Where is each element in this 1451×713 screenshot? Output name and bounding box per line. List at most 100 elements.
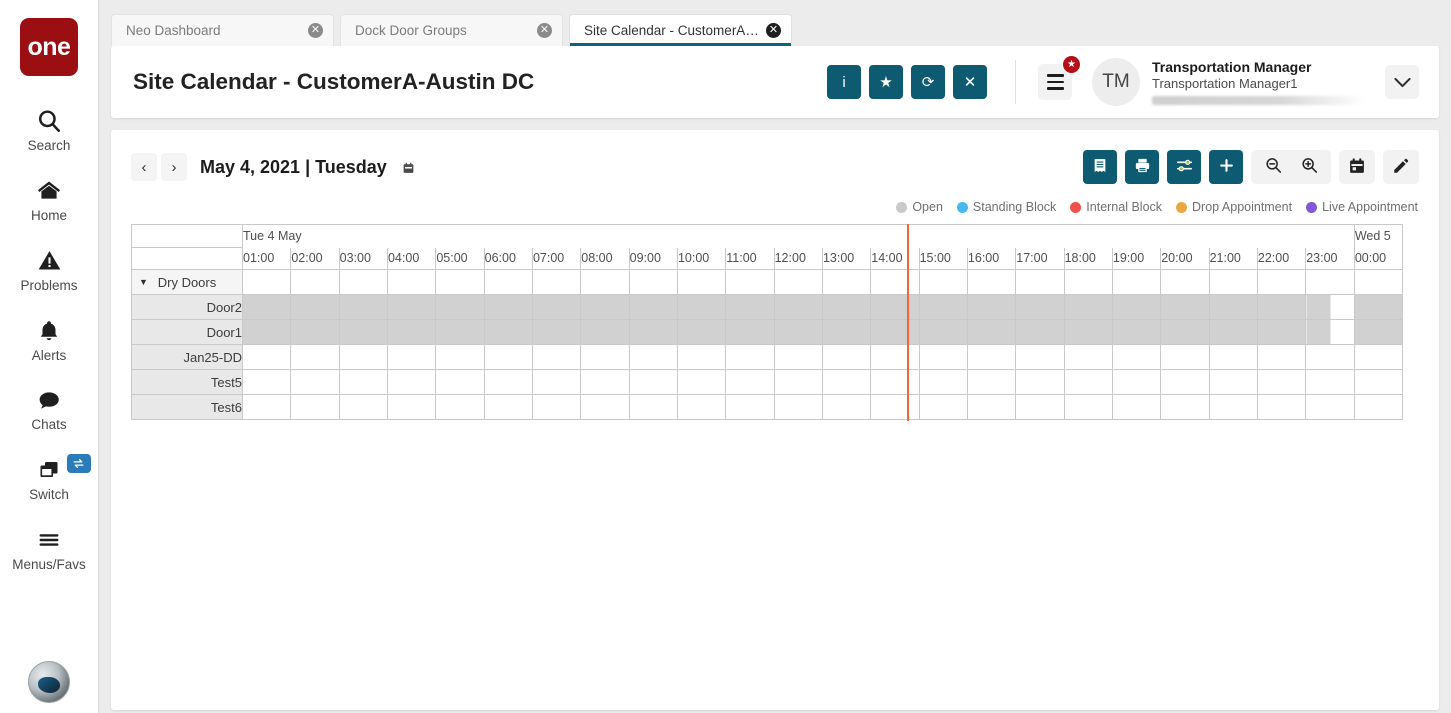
calendar-slot[interactable] [773,369,823,395]
calendar-slot[interactable] [483,394,533,420]
calendar-slot[interactable] [338,319,388,345]
calendar-slot[interactable] [870,344,920,370]
calendar-slot[interactable] [676,319,727,345]
door-label[interactable]: Jan25-DD [131,344,243,370]
calendar-slot[interactable] [1160,319,1210,345]
rail-item-problems[interactable]: Problems [0,234,99,304]
date-picker-button[interactable] [1339,150,1375,184]
calendar-slot[interactable] [531,369,582,395]
calendar-slot[interactable] [531,344,582,370]
calendar-slot[interactable] [1353,369,1404,395]
calendar-slot[interactable] [1305,294,1355,320]
calendar-slot[interactable] [338,294,388,320]
calendar-slot[interactable] [580,369,630,395]
user-avatar-thumbnail[interactable] [28,661,70,703]
zoom-out-button[interactable] [1255,150,1291,184]
door-group-label[interactable]: ▼ Dry Doors [131,269,243,295]
info-button[interactable]: i [827,65,861,99]
calendar-slot[interactable] [1160,344,1210,370]
calendar-slot[interactable] [1063,369,1113,395]
tab-dock-door-groups[interactable]: Dock Door Groups ✕ [340,14,563,46]
calendar-slot[interactable] [241,269,292,295]
calendar-slot[interactable] [580,269,630,295]
calendar-slot[interactable] [531,294,582,320]
calendar-slot[interactable] [241,294,292,320]
calendar-slot[interactable] [870,369,920,395]
calendar-slot[interactable] [290,294,340,320]
calendar-slot[interactable] [1305,394,1355,420]
calendar-slot[interactable] [966,394,1017,420]
calendar-slot[interactable] [821,344,872,370]
calendar-slot[interactable] [870,269,920,295]
calendar-slot[interactable] [483,344,533,370]
calendar-slot[interactable] [435,269,485,295]
calendar-slot[interactable] [386,294,437,320]
calendar-slot[interactable] [725,394,775,420]
tab-site-calendar[interactable]: Site Calendar - CustomerA-Austi... ✕ [569,14,792,46]
print-button[interactable] [1125,150,1159,184]
calendar-slot[interactable] [386,269,437,295]
rail-item-switch[interactable]: Switch [0,443,99,513]
calendar-slot[interactable] [628,294,678,320]
calendar-slot[interactable] [1208,344,1258,370]
calendar-slot[interactable] [531,394,582,420]
notifications-menu-button[interactable]: ★ [1038,55,1081,100]
calendar-slot[interactable] [1160,294,1210,320]
calendar-slot[interactable] [1208,294,1258,320]
calendar-slot[interactable] [338,269,388,295]
calendar-slot[interactable] [821,269,872,295]
collapse-caret-icon[interactable]: ▼ [139,277,148,287]
calendar-slot[interactable] [676,394,727,420]
calendar-slot[interactable] [483,369,533,395]
calendar-slot[interactable] [821,294,872,320]
calendar-slot[interactable] [1015,319,1065,345]
calendar-slot[interactable] [1208,369,1258,395]
calendar-slot[interactable] [1015,394,1065,420]
rail-item-menus-favs[interactable]: Menus/Favs [0,513,99,583]
calendar-slot[interactable] [1305,369,1355,395]
calendar-icon[interactable] [402,161,415,175]
next-day-button[interactable]: › [161,153,187,181]
calendar-slot[interactable] [628,394,678,420]
door-label[interactable]: Test5 [131,369,243,395]
calendar-slot[interactable] [1208,319,1258,345]
calendar-slot[interactable] [773,394,823,420]
calendar-slot[interactable] [628,269,678,295]
calendar-slot[interactable] [966,344,1017,370]
calendar-slot[interactable] [1353,344,1404,370]
calendar-slot[interactable] [1015,369,1065,395]
calendar-slot[interactable] [290,269,340,295]
calendar-slot[interactable] [1111,294,1162,320]
calendar-slot[interactable] [483,294,533,320]
calendar-slot[interactable] [290,344,340,370]
calendar-slot[interactable] [676,269,727,295]
calendar-slot[interactable] [1256,344,1307,370]
zoom-in-button[interactable] [1291,150,1327,184]
calendar-slot[interactable] [1208,394,1258,420]
calendar-slot[interactable] [580,294,630,320]
calendar-slot[interactable] [773,294,823,320]
calendar-slot[interactable] [580,394,630,420]
calendar-slot[interactable] [1063,394,1113,420]
calendar-slot[interactable] [821,394,872,420]
calendar-slot[interactable] [435,319,485,345]
rail-item-search[interactable]: Search [0,94,99,164]
calendar-slot[interactable] [483,269,533,295]
previous-day-button[interactable]: ‹ [131,153,157,181]
calendar-slot[interactable] [1256,394,1307,420]
calendar-slot[interactable] [1063,319,1113,345]
calendar-slot[interactable] [241,394,292,420]
calendar-slot[interactable] [676,294,727,320]
calendar-slot[interactable] [628,319,678,345]
calendar-slot[interactable] [386,394,437,420]
calendar-slot[interactable] [1353,394,1404,420]
calendar-slot[interactable] [386,369,437,395]
calendar-slot[interactable] [821,369,872,395]
calendar-slot[interactable] [1111,319,1162,345]
rail-item-home[interactable]: Home [0,164,99,234]
favorite-button[interactable]: ★ [869,65,903,99]
calendar-slot[interactable] [435,344,485,370]
calendar-slot[interactable] [1111,369,1162,395]
calendar-slot[interactable] [483,319,533,345]
calendar-slot[interactable] [241,369,292,395]
